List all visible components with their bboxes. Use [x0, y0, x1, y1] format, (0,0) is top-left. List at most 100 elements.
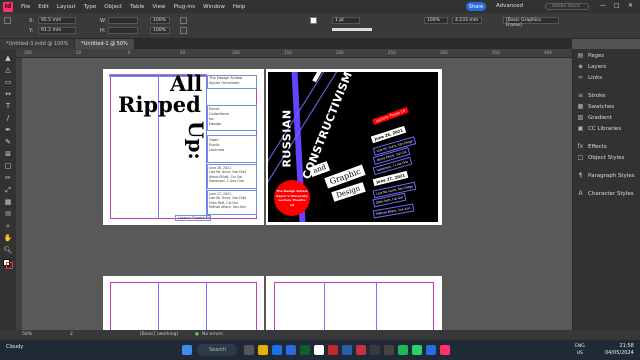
opacity-field[interactable]: 100% [424, 17, 448, 24]
taskbar-search[interactable]: Search [197, 344, 237, 356]
panel-effects[interactable]: fx Effects [577, 143, 607, 150]
scissors-tool-icon[interactable]: ✂ [3, 173, 13, 183]
h-field[interactable] [108, 27, 138, 34]
minimize-icon[interactable]: — [600, 2, 606, 9]
menu-table[interactable]: Table [126, 4, 148, 10]
gap-tool-icon[interactable]: ↔ [3, 89, 13, 99]
type-tool-icon[interactable]: T [3, 101, 13, 111]
panel-paragraph-styles[interactable]: ¶ Paragraph Styles [577, 172, 635, 179]
panel-swatches[interactable]: ▦ Swatches [577, 103, 615, 110]
note-tool-icon[interactable]: ✉ [3, 209, 13, 219]
menu-plugins[interactable]: Plug-ins [169, 4, 199, 10]
panel-stroke[interactable]: ≡ Stroke [577, 92, 606, 99]
tab-untitled-1[interactable]: *Untitled-1 @ 50% [75, 39, 134, 49]
acrobat-icon[interactable] [356, 345, 366, 355]
w-field[interactable] [108, 17, 138, 24]
menu-type[interactable]: Type [80, 4, 101, 10]
mail-icon[interactable] [286, 345, 296, 355]
pencil-tool-icon[interactable]: ✎ [3, 137, 13, 147]
photos-icon[interactable] [426, 345, 436, 355]
rectangle-frame-tool-icon[interactable]: ⊠ [3, 149, 13, 159]
spotify-icon[interactable] [398, 345, 408, 355]
share-button[interactable]: Share [466, 2, 486, 11]
panel-cc-libraries[interactable]: ▣ CC Libraries [577, 125, 622, 132]
system-clock[interactable]: 21:58 04/05/2024 [605, 343, 634, 357]
menu-file[interactable]: File [17, 4, 34, 10]
menu-object[interactable]: Object [100, 4, 126, 10]
stroke-type-swatch[interactable] [332, 28, 372, 31]
left-page[interactable]: All Ripped Up: The Design School Saylor … [103, 69, 264, 225]
panel-pages[interactable]: ▤ Pages [577, 52, 605, 59]
gradient-tool-icon[interactable]: ▦ [3, 197, 13, 207]
word-icon[interactable] [342, 345, 352, 355]
scale-y-field[interactable]: 100% [150, 27, 170, 34]
tab-untitled-3[interactable]: *Untitled-3.indd @ 100% [0, 39, 75, 49]
menu-window[interactable]: Window [199, 4, 229, 10]
task-view-icon[interactable] [244, 345, 254, 355]
zoom-tool-icon[interactable]: 🔍︎ [3, 245, 13, 255]
menu-edit[interactable]: Edit [34, 4, 53, 10]
eyedropper-tool-icon[interactable]: ⌕ [3, 221, 13, 231]
rectangle-tool-icon[interactable]: □ [3, 161, 13, 171]
scale-x-field[interactable]: 100% [150, 17, 170, 24]
h-label: H: [100, 28, 106, 34]
menu-view[interactable]: View [148, 4, 169, 10]
panel-layers[interactable]: ◈ Layers [577, 63, 606, 70]
panel-character-styles[interactable]: A Character Styles [577, 190, 633, 197]
horizontal-ruler[interactable]: 100 50 0 50 100 150 200 250 300 350 400 [16, 49, 572, 58]
panel-links[interactable]: ∞ Links [577, 74, 602, 81]
hand-tool-icon[interactable]: ✋ [3, 233, 13, 243]
page-number[interactable]: 2 [70, 332, 73, 337]
clock-time: 21:58 [619, 343, 634, 349]
y-field[interactable]: 91.2 mm [38, 27, 76, 34]
settings-icon[interactable] [384, 345, 394, 355]
right-page-2[interactable] [266, 276, 442, 330]
title-up: Up: [184, 121, 208, 160]
maximize-icon[interactable]: □ [614, 2, 620, 9]
file-explorer-icon[interactable] [258, 345, 268, 355]
edge-browser-icon[interactable] [272, 345, 282, 355]
reference-point-icon[interactable] [4, 17, 11, 24]
menu-bar: Id File Edit Layout Type Object Table Vi… [0, 0, 640, 13]
chrome-icon[interactable] [314, 345, 324, 355]
line-tool-icon[interactable]: / [3, 113, 13, 123]
ruler-tick: 400 [544, 50, 552, 55]
ruler-tick: 100 [232, 50, 240, 55]
windows-start-icon[interactable] [182, 345, 192, 355]
stroke-color-icon[interactable] [6, 262, 13, 269]
object-style-dropdown[interactable]: [Basic Graphics Frame] [503, 17, 559, 28]
free-transform-tool-icon[interactable]: ⤢ [3, 185, 13, 195]
preflight-profile[interactable]: [Basic] (working) [140, 332, 178, 337]
menu-help[interactable]: Help [229, 4, 250, 10]
mcafee-icon[interactable] [328, 345, 338, 355]
ruler-tick: 350 [492, 50, 500, 55]
poster-artwork[interactable]: RUSSIAN CONSTRUCTIVISM and Graphic Desig… [268, 72, 438, 222]
rotate-icon[interactable] [180, 17, 187, 24]
zoom-level[interactable]: 50% [22, 332, 32, 337]
page-tool-icon[interactable]: ▭ [3, 77, 13, 87]
selection-tool-icon[interactable]: ▲ [3, 53, 13, 63]
preflight-status[interactable]: No errors [202, 332, 223, 337]
shear-icon[interactable] [180, 27, 187, 34]
indesign-taskbar-icon[interactable] [440, 345, 450, 355]
panel-object-styles[interactable]: □ Object Styles [577, 154, 625, 161]
close-icon[interactable]: ✕ [628, 2, 633, 9]
language-indicator[interactable]: ENG US [575, 343, 585, 357]
excel-icon[interactable] [300, 345, 310, 355]
stroke-weight-field[interactable]: 1 pt [332, 17, 360, 24]
weather-widget[interactable]: Cloudy [6, 344, 23, 350]
circle-text: The Design School Saylor's University Le… [276, 189, 308, 207]
panel-gradient[interactable]: ▧ Gradient [577, 114, 612, 121]
pasteboard[interactable]: All Ripped Up: The Design School Saylor … [22, 58, 572, 330]
x-field[interactable]: 95.5 mm [38, 17, 76, 24]
fill-swatch-icon[interactable] [310, 17, 317, 24]
left-page-2[interactable] [103, 276, 264, 330]
camera-icon[interactable] [370, 345, 380, 355]
workspace-switcher[interactable]: Advanced [496, 3, 523, 9]
adobe-stock-search[interactable]: Adobe Stock [545, 3, 589, 10]
pen-tool-icon[interactable]: ✒ [3, 125, 13, 135]
direct-selection-tool-icon[interactable]: △ [3, 65, 13, 75]
dimension-field[interactable]: 4.233 mm [452, 17, 482, 24]
menu-layout[interactable]: Layout [53, 4, 80, 10]
whatsapp-icon[interactable] [412, 345, 422, 355]
